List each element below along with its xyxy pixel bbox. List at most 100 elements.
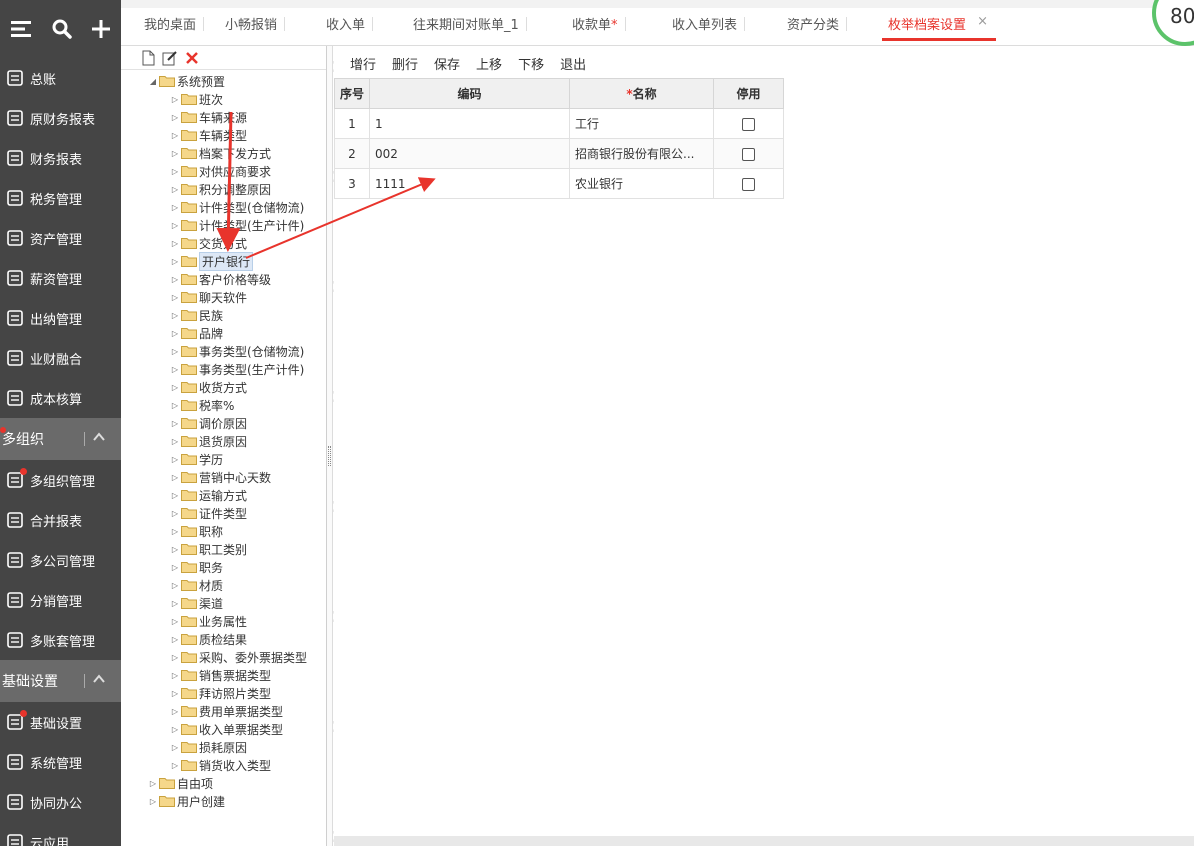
column-header-disabled[interactable]: 停用 <box>713 78 784 109</box>
collapsed-arrow-icon[interactable]: ▷ <box>169 275 181 284</box>
group-multi-org[interactable]: 多组织 <box>0 418 121 460</box>
sidebar-item-company[interactable]: 多公司管理 <box>0 540 121 580</box>
tree-node[interactable]: ▷ 证件类型 <box>169 504 247 522</box>
tab-6[interactable]: 收入单列表 <box>672 14 746 40</box>
tree-node[interactable]: ▷ 税率% <box>169 396 234 414</box>
collapsed-arrow-icon[interactable]: ▷ <box>169 185 181 194</box>
table-row[interactable]: 2 002 招商银行股份有限公... <box>334 138 784 169</box>
tree-node[interactable]: ▷ 对供应商要求 <box>169 162 271 180</box>
group-basic-settings[interactable]: 基础设置 <box>0 660 121 702</box>
collapsed-arrow-icon[interactable]: ▷ <box>169 761 181 770</box>
sidebar-item-ufo-report[interactable]: 原财务报表 <box>0 98 121 138</box>
tree-node[interactable]: ▷ 损耗原因 <box>169 738 247 756</box>
tree-node[interactable]: ▷ 退货原因 <box>169 432 247 450</box>
tab-7[interactable]: 资产分类 <box>787 14 848 40</box>
delete-icon[interactable] <box>181 48 203 68</box>
tree-node[interactable]: ▷ 民族 <box>169 306 223 324</box>
collapsed-arrow-icon[interactable]: ▷ <box>169 455 181 464</box>
tree-node[interactable]: ▷ 职工类别 <box>169 540 247 558</box>
horizontal-scrollbar[interactable] <box>334 836 1194 846</box>
collapsed-arrow-icon[interactable]: ▷ <box>169 725 181 734</box>
tree-node[interactable]: ▷ 车辆来源 <box>169 108 247 126</box>
cell-name[interactable]: 招商银行股份有限公... <box>569 138 714 169</box>
collapsed-arrow-icon[interactable]: ▷ <box>169 401 181 410</box>
collapsed-arrow-icon[interactable]: ▷ <box>169 221 181 230</box>
collapsed-arrow-icon[interactable]: ▷ <box>169 167 181 176</box>
tree-node[interactable]: ▷ 开户银行 <box>169 251 254 271</box>
table-row[interactable]: 3 1111 农业银行 <box>334 168 784 199</box>
expand-down-icon[interactable]: ◢ <box>147 77 159 86</box>
collapsed-arrow-icon[interactable]: ▷ <box>169 707 181 716</box>
collapsed-arrow-icon[interactable]: ▷ <box>169 419 181 428</box>
tree-node[interactable]: ▷ 运输方式 <box>169 486 247 504</box>
tree-node[interactable]: ▷ 职务 <box>169 558 223 576</box>
collapsed-arrow-icon[interactable]: ▷ <box>169 473 181 482</box>
collapsed-arrow-icon[interactable]: ▷ <box>169 365 181 374</box>
tree-node[interactable]: ▷ 班次 <box>169 90 223 108</box>
table-row[interactable]: 1 1 工行 <box>334 108 784 139</box>
collapsed-arrow-icon[interactable]: ▷ <box>169 653 181 662</box>
collapsed-arrow-icon[interactable]: ▷ <box>169 563 181 572</box>
collapsed-arrow-icon[interactable]: ▷ <box>169 113 181 122</box>
new-file-icon[interactable] <box>137 48 159 68</box>
collapsed-arrow-icon[interactable]: ▷ <box>169 599 181 608</box>
tree-node[interactable]: ▷ 交货方式 <box>169 234 247 252</box>
tree-node[interactable]: ▷ 材质 <box>169 576 223 594</box>
sidebar-item-distribution[interactable]: 分销管理 <box>0 580 121 620</box>
column-header-name[interactable]: *名称 <box>569 78 714 109</box>
panel-splitter[interactable] <box>327 46 333 846</box>
sidebar-item-cost[interactable]: 成本核算 <box>0 378 121 418</box>
collapsed-arrow-icon[interactable]: ▷ <box>169 311 181 320</box>
tab-2[interactable]: 小畅报销 <box>225 14 286 40</box>
tree-node[interactable]: ▷ 业务属性 <box>169 612 247 630</box>
tree-node[interactable]: ▷ 事务类型(生产计件) <box>169 360 304 378</box>
tree-node[interactable]: ▷ 自由项 <box>147 774 213 792</box>
tree-node[interactable]: ▷ 车辆类型 <box>169 126 247 144</box>
action-button-4[interactable]: 上移 <box>476 54 502 73</box>
collapsed-arrow-icon[interactable]: ▷ <box>169 509 181 518</box>
collapsed-arrow-icon[interactable]: ▷ <box>169 545 181 554</box>
tree-node[interactable]: ▷ 采购、委外票据类型 <box>169 648 307 666</box>
sidebar-item-settings[interactable]: 基础设置 <box>0 702 121 742</box>
tree-node[interactable]: ▷ 品牌 <box>169 324 223 342</box>
disabled-checkbox[interactable] <box>742 147 755 161</box>
collapsed-arrow-icon[interactable]: ▷ <box>169 149 181 158</box>
sidebar-item-cloud[interactable]: 云应用 <box>0 822 121 846</box>
cell-code[interactable]: 1111 <box>369 168 570 199</box>
tab-8[interactable]: 枚举档案设置 × <box>882 14 997 41</box>
tree-node[interactable]: ▷ 收货方式 <box>169 378 247 396</box>
sidebar-item-salary[interactable]: 薪资管理 <box>0 258 121 298</box>
disabled-checkbox[interactable] <box>742 117 755 131</box>
collapsed-arrow-icon[interactable]: ▷ <box>169 437 181 446</box>
collapsed-arrow-icon[interactable]: ▷ <box>169 617 181 626</box>
sidebar-item-tax[interactable]: 税务管理 <box>0 178 121 218</box>
tab-3[interactable]: 收入单 <box>326 14 374 40</box>
column-header-code[interactable]: 编码 <box>369 78 570 109</box>
collapsed-arrow-icon[interactable]: ▷ <box>169 689 181 698</box>
tree-node[interactable]: ▷ 营销中心天数 <box>169 468 271 486</box>
tree-node[interactable]: ▷ 客户价格等级 <box>169 270 271 288</box>
sidebar-item-cashier[interactable]: 出纳管理 <box>0 298 121 338</box>
collapsed-arrow-icon[interactable]: ▷ <box>169 329 181 338</box>
disabled-checkbox[interactable] <box>742 177 755 191</box>
tab-5[interactable]: 收款单* <box>572 14 626 40</box>
tree-node[interactable]: ▷ 调价原因 <box>169 414 247 432</box>
tab-1[interactable]: 我的桌面 <box>144 14 205 40</box>
cell-code[interactable]: 002 <box>369 138 570 169</box>
sidebar-item-collab[interactable]: 协同办公 <box>0 782 121 822</box>
tree-node[interactable]: ▷ 计件类型(生产计件) <box>169 216 304 234</box>
sidebar-item-multi-book[interactable]: 多账套管理 <box>0 620 121 660</box>
tree-node[interactable]: ▷ 质检结果 <box>169 630 247 648</box>
tree-node[interactable]: ▷ 事务类型(仓储物流) <box>169 342 304 360</box>
chevron-up-icon[interactable] <box>92 672 106 690</box>
cell-name[interactable]: 农业银行 <box>569 168 714 199</box>
plus-icon[interactable] <box>81 0 121 58</box>
tree-node[interactable]: ▷ 销货收入类型 <box>169 756 271 774</box>
sidebar-item-merge[interactable]: 合并报表 <box>0 500 121 540</box>
tab-4[interactable]: 往来期间对账单_1 <box>413 14 527 40</box>
tree-node[interactable]: ▷ 收入单票据类型 <box>169 720 283 738</box>
collapsed-arrow-icon[interactable]: ▷ <box>169 257 181 266</box>
tree-node[interactable]: ▷ 聊天软件 <box>169 288 247 306</box>
sidebar-item-ledger[interactable]: 总账 <box>0 58 121 98</box>
cell-code[interactable]: 1 <box>369 108 570 139</box>
